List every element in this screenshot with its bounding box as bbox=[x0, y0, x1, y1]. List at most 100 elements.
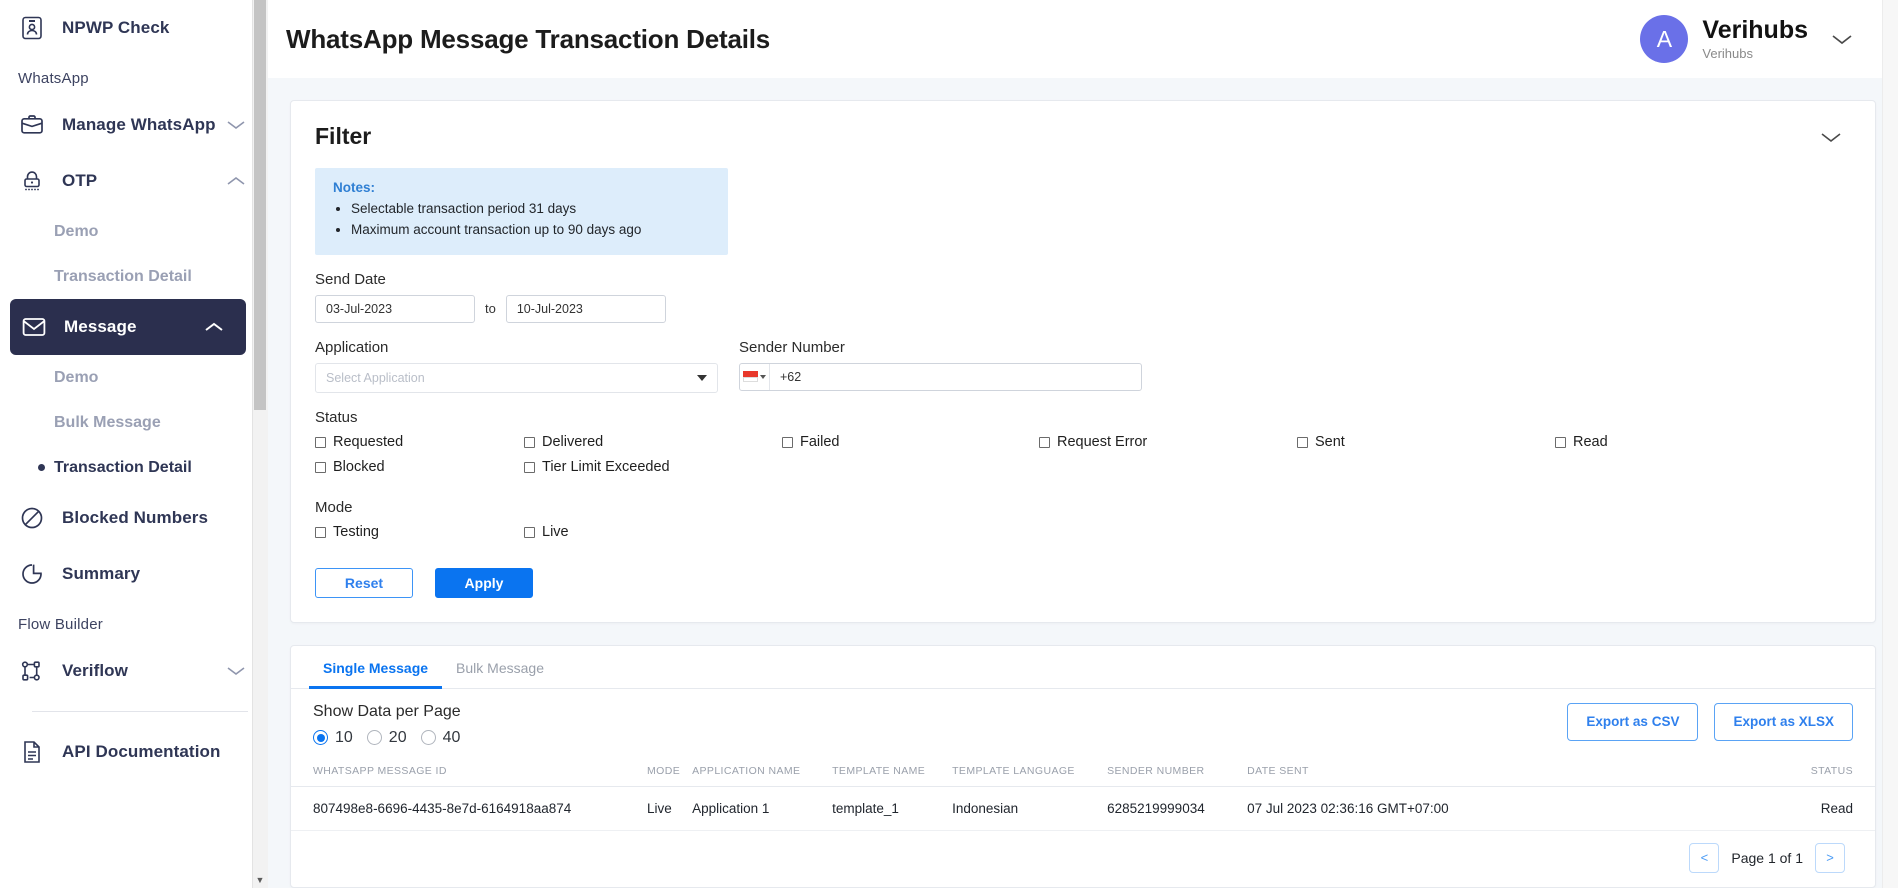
sidebar-item-npwp-check[interactable]: NPWP Check bbox=[0, 0, 268, 56]
checkbox-box[interactable] bbox=[315, 461, 326, 473]
briefcase-icon bbox=[18, 111, 46, 139]
sidebar-scroll-content: NPWP Check WhatsApp Manage WhatsApp OTP … bbox=[0, 0, 268, 790]
checkbox-mode-testing[interactable]: Testing bbox=[315, 523, 524, 542]
date-to-separator-label: to bbox=[485, 301, 496, 317]
pagination-next-button[interactable]: > bbox=[1815, 842, 1845, 873]
date-to-input[interactable]: 10-Jul-2023 bbox=[505, 294, 666, 323]
apply-button[interactable]: Apply bbox=[435, 567, 533, 598]
reset-button[interactable]: Reset bbox=[315, 567, 413, 598]
lock-keypad-icon bbox=[18, 167, 46, 195]
user-name: Verihubs bbox=[1702, 15, 1808, 44]
tab-bulk-message[interactable]: Bulk Message bbox=[442, 646, 558, 689]
page-content: Filter Notes: Selectable transaction per… bbox=[268, 78, 1898, 888]
id-card-icon bbox=[18, 14, 46, 42]
radio-label: 20 bbox=[388, 728, 407, 746]
checkbox-status-failed[interactable]: Failed bbox=[782, 433, 1039, 452]
status-column: Failed bbox=[782, 433, 1039, 483]
country-selector[interactable] bbox=[740, 363, 770, 390]
user-info: Verihubs Verihubs bbox=[1702, 16, 1808, 63]
app-root: NPWP Check WhatsApp Manage WhatsApp OTP … bbox=[0, 0, 1898, 888]
table-row[interactable]: 807498e8-6696-4435-8e7d-6164918aa874 Liv… bbox=[291, 786, 1875, 831]
checkbox-box[interactable] bbox=[315, 436, 326, 448]
sender-number-label: Sender Number bbox=[739, 338, 845, 356]
sidebar-item-otp[interactable]: OTP bbox=[0, 153, 268, 209]
sidebar-item-veriflow[interactable]: Veriflow bbox=[0, 643, 268, 699]
chevron-down-icon[interactable] bbox=[226, 665, 246, 677]
sidebar-subitem-message-demo[interactable]: Demo bbox=[0, 355, 268, 400]
mode-column: Live bbox=[524, 523, 569, 548]
filter-panel: Filter Notes: Selectable transaction per… bbox=[290, 100, 1876, 623]
date-from-input[interactable]: 03-Jul-2023 bbox=[315, 294, 475, 323]
checkbox-box[interactable] bbox=[524, 526, 535, 538]
notes-list: Selectable transaction period 31 days Ma… bbox=[351, 199, 710, 241]
sidebar-scrollbar[interactable]: ▲ ▼ bbox=[252, 0, 268, 888]
sender-number-input-group[interactable]: +62 bbox=[739, 362, 1142, 391]
chevron-down-icon[interactable] bbox=[226, 119, 246, 131]
sidebar-item-manage-whatsapp[interactable]: Manage WhatsApp bbox=[0, 97, 268, 153]
status-column: Requested Blocked bbox=[315, 433, 524, 483]
sender-number-input[interactable]: +62 bbox=[770, 370, 801, 384]
filter-notes: Notes: Selectable transaction period 31 … bbox=[315, 168, 728, 255]
application-label: Application bbox=[315, 338, 389, 356]
sidebar-item-blocked-numbers[interactable]: Blocked Numbers bbox=[0, 490, 268, 546]
checkbox-label: Tier Limit Exceeded bbox=[542, 459, 670, 476]
tab-single-message[interactable]: Single Message bbox=[309, 646, 443, 689]
sidebar-item-summary[interactable]: Summary bbox=[0, 546, 268, 602]
checkbox-box[interactable] bbox=[1555, 436, 1566, 448]
checkbox-box[interactable] bbox=[524, 436, 535, 448]
checkbox-box[interactable] bbox=[315, 526, 326, 538]
column-header-template-name: TEMPLATE NAME bbox=[826, 756, 947, 787]
checkbox-box[interactable] bbox=[1039, 436, 1050, 448]
checkbox-box[interactable] bbox=[524, 461, 535, 473]
checkbox-status-read[interactable]: Read bbox=[1555, 433, 1608, 452]
checkbox-label: Blocked bbox=[333, 459, 385, 476]
main-scrollbar[interactable] bbox=[1882, 0, 1898, 888]
sidebar-divider bbox=[32, 711, 248, 712]
sidebar-item-api-documentation[interactable]: API Documentation bbox=[0, 724, 268, 780]
cell-template-language: Indonesian bbox=[946, 786, 1102, 831]
sidebar-subitem-message-bulk-message[interactable]: Bulk Message bbox=[0, 400, 268, 445]
sidebar-item-label: API Documentation bbox=[62, 742, 221, 761]
mode-label: Mode bbox=[315, 498, 353, 516]
checkbox-status-blocked[interactable]: Blocked bbox=[315, 458, 524, 477]
radio-per-page-40[interactable]: 40 bbox=[420, 729, 460, 747]
radio-per-page-10[interactable]: 10 bbox=[313, 729, 353, 747]
application-select[interactable]: Select Application bbox=[315, 362, 718, 393]
chevron-up-icon[interactable] bbox=[226, 175, 246, 187]
status-column: Read bbox=[1555, 433, 1608, 483]
export-xlsx-button[interactable]: Export as XLSX bbox=[1714, 702, 1853, 741]
export-csv-button[interactable]: Export as CSV bbox=[1567, 702, 1699, 741]
checkbox-status-request-error[interactable]: Request Error bbox=[1039, 433, 1297, 452]
sidebar-item-message[interactable]: Message bbox=[10, 299, 246, 355]
radio-button[interactable] bbox=[420, 730, 436, 746]
checkbox-status-requested[interactable]: Requested bbox=[315, 433, 524, 452]
radio-per-page-20[interactable]: 20 bbox=[366, 728, 407, 747]
checkbox-box[interactable] bbox=[1297, 436, 1308, 448]
chevron-down-icon[interactable] bbox=[1830, 32, 1854, 46]
status-label: Status bbox=[315, 408, 358, 426]
checkbox-box[interactable] bbox=[782, 436, 793, 448]
checkbox-status-tier-limit-exceeded[interactable]: Tier Limit Exceeded bbox=[524, 458, 782, 477]
checkbox-label: Delivered bbox=[542, 434, 604, 451]
status-checkbox-grid: Requested Blocked Delivered Tier Limit E… bbox=[315, 433, 1851, 483]
chevron-down-icon bbox=[760, 374, 766, 379]
sidebar-subitem-message-transaction-detail[interactable]: Transaction Detail bbox=[0, 445, 268, 490]
document-icon bbox=[18, 738, 46, 766]
scroll-down-arrow-icon[interactable]: ▼ bbox=[253, 872, 267, 888]
pagination-prev-button[interactable]: < bbox=[1689, 842, 1720, 873]
sidebar-scrollbar-thumb[interactable] bbox=[254, 0, 266, 410]
send-date-label: Send Date bbox=[315, 270, 386, 288]
radio-button[interactable] bbox=[313, 730, 328, 746]
sidebar-subitem-otp-demo[interactable]: Demo bbox=[0, 209, 268, 254]
chevron-up-icon[interactable] bbox=[204, 321, 224, 333]
radio-button[interactable] bbox=[366, 730, 382, 746]
checkbox-status-delivered[interactable]: Delivered bbox=[524, 433, 782, 452]
sidebar-subitem-otp-transaction-detail[interactable]: Transaction Detail bbox=[0, 254, 268, 299]
pagination-page-label: Page 1 of 1 bbox=[1731, 849, 1803, 866]
checkbox-mode-live[interactable]: Live bbox=[524, 523, 569, 542]
filter-collapse-chevron-down-icon[interactable] bbox=[1819, 130, 1851, 144]
user-menu[interactable]: A Verihubs Verihubs bbox=[1640, 15, 1854, 63]
active-dot-icon bbox=[38, 464, 45, 471]
checkbox-status-sent[interactable]: Sent bbox=[1297, 433, 1555, 452]
sidebar-subitem-label: Transaction Detail bbox=[54, 267, 192, 285]
